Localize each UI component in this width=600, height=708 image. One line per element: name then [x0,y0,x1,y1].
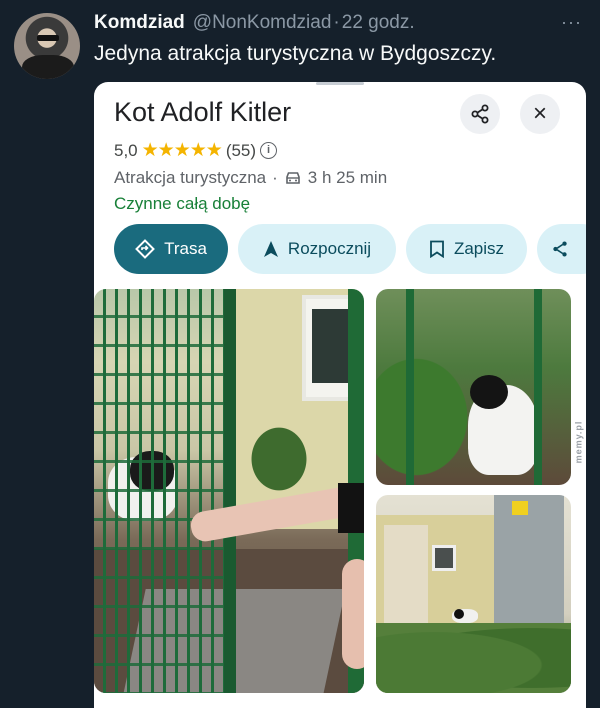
place-category: Atrakcja turystyczna [114,168,267,187]
tweet-time[interactable]: 22 godz. [342,12,415,33]
bookmark-icon [430,240,444,258]
photo-fence [94,289,234,693]
photo-fence-post [224,289,236,693]
photo-cat-head [470,375,508,409]
car-icon [285,172,300,184]
rating-row: 5,0 ★★★★★ (55) i [114,139,278,162]
tweet-header: Komdziad @NonKomdziad · 22 godz. [94,12,415,34]
photo-cat-behind-fence[interactable] [94,289,364,693]
more-options-icon[interactable]: ··· [561,12,582,33]
navigation-arrow-icon [263,241,278,257]
review-count[interactable]: (55) [226,141,256,161]
share-icon [553,241,567,257]
star-rating: ★★★★★ [141,140,223,161]
author-name[interactable]: Komdziad [94,12,185,33]
photo-building-entrance[interactable] [376,495,571,693]
save-button[interactable]: Zapisz [406,224,527,274]
start-navigation-button[interactable]: Rozpocznij [238,224,396,274]
tweet-text: Jedyna atrakcja turystyczna w Bydgoszczy… [94,42,497,65]
watermark-text: memy.pl [573,420,584,464]
rating-value: 5,0 [114,140,138,160]
photo-fence-post [534,289,542,485]
share-chip-button[interactable] [537,224,586,274]
avatar[interactable] [14,13,80,79]
photo-window [432,545,456,571]
attached-image-card[interactable]: Kot Adolf Kitler × 5,0 ★★★★★ (55) i Atra… [94,82,586,708]
directions-icon [135,239,155,259]
place-title: Kot Adolf Kitler [114,97,292,127]
avatar-shirt [22,55,74,79]
drive-time: 3 h 25 min [307,168,388,187]
photo-fence-post [406,289,414,485]
info-icon[interactable]: i [260,142,278,159]
photo-cat [452,609,478,623]
directions-label: Trasa [164,239,207,258]
photo-sign [512,501,528,515]
share-button[interactable] [460,94,500,134]
avatar-sunglasses [37,35,59,41]
open-hours: Czynne całą dobę [114,194,251,213]
watermark: memy.pl [571,382,585,502]
close-button[interactable]: × [520,94,560,134]
author-handle[interactable]: @NonKomdziad [193,12,332,33]
photo-cat-in-garden[interactable] [376,289,571,485]
photo-door [494,495,564,635]
directions-button[interactable]: Trasa [114,224,228,274]
photo-leaves [376,349,476,485]
category-dot: · [272,168,278,187]
photo-bushes [376,623,571,693]
save-label: Zapisz [453,239,505,258]
category-row: Atrakcja turystyczna · 3 h 25 min [114,168,387,188]
photo-plant [244,419,314,499]
start-label: Rozpocznij [287,239,372,258]
share-icon [471,104,489,124]
sheet-grabber [316,82,364,85]
close-icon: × [532,100,547,127]
separator-dot: · [333,12,340,33]
photo-sleeve [338,483,364,533]
photo-leg [342,559,364,669]
